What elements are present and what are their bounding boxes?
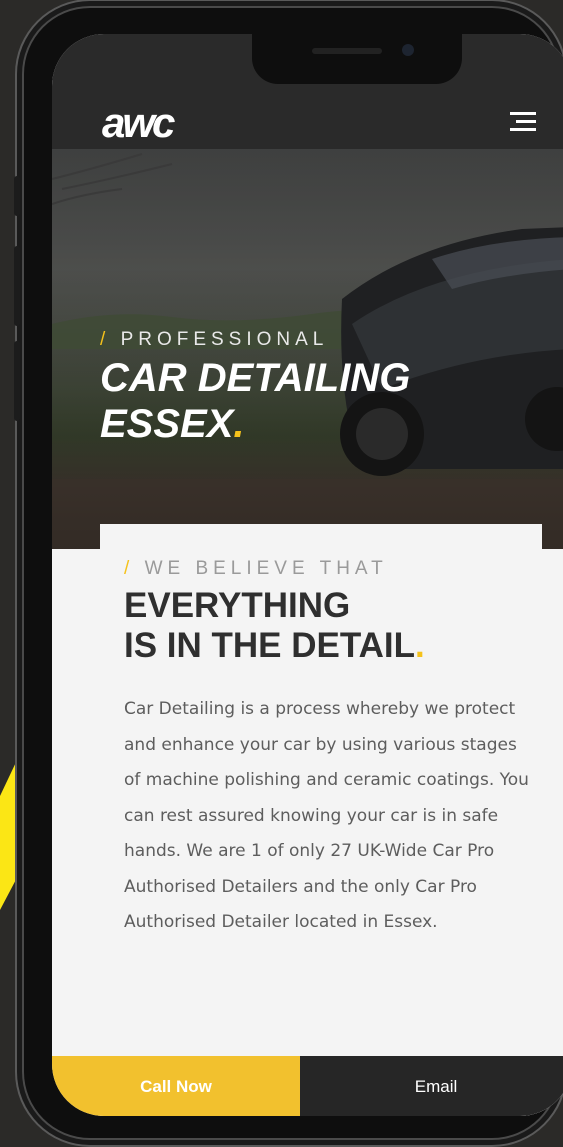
phone-mute-switch [14,176,20,216]
email-button[interactable]: Email [300,1056,563,1116]
intro-card: / WE BELIEVE THAT EVERYTHING IS IN THE D… [100,524,542,1116]
card-kicker: / WE BELIEVE THAT [124,558,388,579]
front-camera-icon [402,44,414,56]
hero-text-block: / PROFESSIONAL CAR DETAILING ESSEX. [100,329,410,447]
hero-banner: / PROFESSIONAL CAR DETAILING ESSEX. [52,149,563,549]
phone-frame: awc / PROFESSIONAL CAR DETAILING ESSEX. … [14,6,563,1140]
call-now-button[interactable]: Call Now [52,1056,300,1116]
cta-bar: Call Now Email [52,1056,563,1116]
card-body-text: Car Detailing is a process whereby we pr… [124,699,529,932]
hero-kicker: / PROFESSIONAL [100,329,329,350]
phone-screen: awc / PROFESSIONAL CAR DETAILING ESSEX. … [52,34,563,1116]
hamburger-menu-icon[interactable] [510,112,536,134]
phone-speaker [312,48,382,54]
phone-notch [252,34,462,84]
card-side-strip [542,549,563,1116]
site-logo[interactable]: awc [102,102,175,144]
phone-volume-up [14,246,20,326]
hero-title: CAR DETAILING ESSEX. [100,356,411,446]
phone-volume-down [14,341,20,421]
card-title: EVERYTHING IS IN THE DETAIL. [124,586,425,665]
